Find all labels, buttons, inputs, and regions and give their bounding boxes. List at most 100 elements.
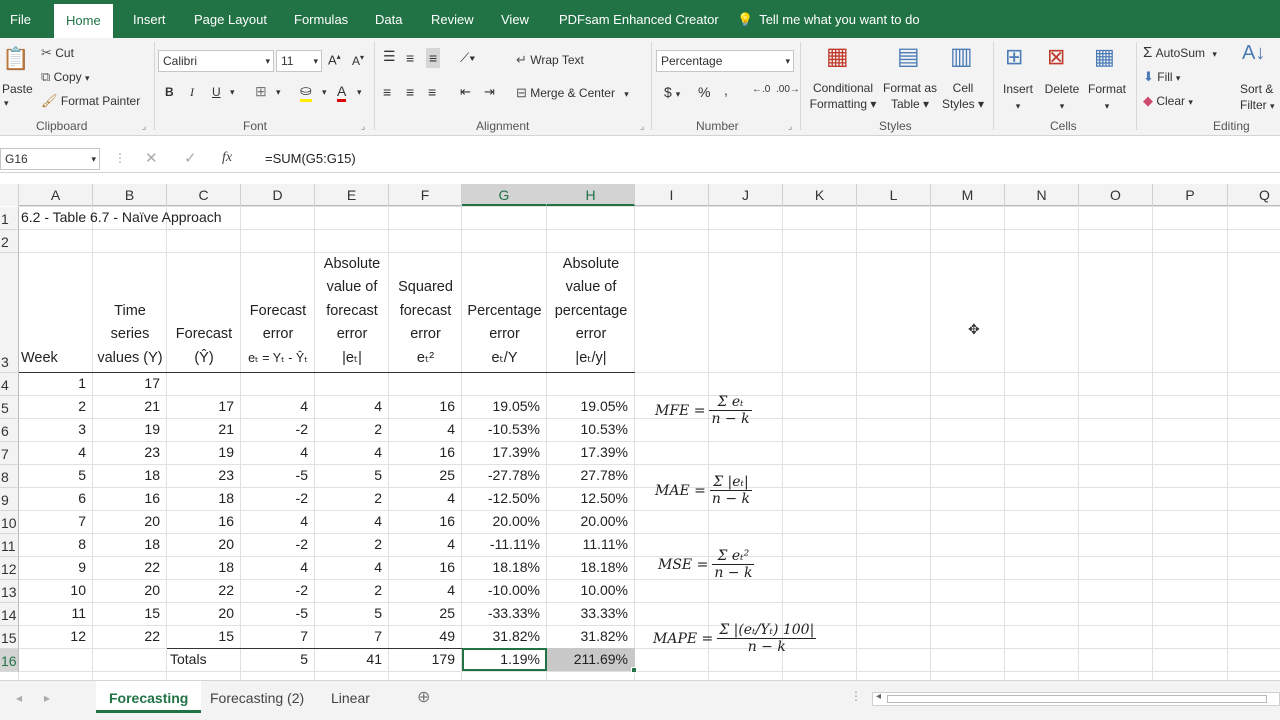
table-cell[interactable]: -11.11% xyxy=(462,533,547,556)
table-cell[interactable]: 18 xyxy=(167,487,241,510)
column-header-k[interactable]: K xyxy=(783,184,857,206)
table-cell[interactable]: -5 xyxy=(241,602,315,625)
table-cell[interactable]: 4 xyxy=(389,579,462,602)
table-cell[interactable]: 9 xyxy=(19,556,93,579)
insert-cells-button[interactable]: Insert ▾ xyxy=(1001,81,1035,114)
totals-f[interactable]: 179 xyxy=(389,648,462,671)
table-cell[interactable]: -5 xyxy=(241,464,315,487)
column-header-q[interactable]: Q xyxy=(1228,184,1280,206)
table-cell[interactable]: 4 xyxy=(241,556,315,579)
column-header-g[interactable]: G xyxy=(462,184,547,206)
row-header-16[interactable]: 16 xyxy=(0,649,19,672)
table-cell[interactable]: 4 xyxy=(241,395,315,418)
table-cell[interactable]: -10.00% xyxy=(462,579,547,602)
row-header-15[interactable]: 15 xyxy=(0,626,19,649)
row-header-9[interactable]: 9 xyxy=(0,488,19,511)
column-header-a[interactable]: A xyxy=(19,184,93,206)
splitter-icon[interactable]: ⋮ xyxy=(850,689,862,703)
fill-color-icon[interactable]: ⛀ xyxy=(300,82,312,102)
wrap-text-button[interactable]: ↵ Wrap Text xyxy=(516,52,584,68)
tab-formulas[interactable]: Formulas xyxy=(294,0,348,38)
fill-dropdown-icon[interactable]: ▾ xyxy=(322,87,327,98)
table-cell[interactable]: 16 xyxy=(389,395,462,418)
grow-font-button[interactable]: A▴ xyxy=(328,52,341,67)
row-header-5[interactable]: 5 xyxy=(0,396,19,419)
table-cell[interactable]: 4 xyxy=(389,533,462,556)
align-center-icon[interactable]: ≡ xyxy=(406,84,414,100)
name-box[interactable]: G16 ▾ xyxy=(0,148,100,170)
table-cell[interactable]: 10 xyxy=(19,579,93,602)
italic-button[interactable]: I xyxy=(190,85,194,100)
conditional-formatting-icon[interactable]: ▦ xyxy=(826,42,849,71)
font-color-dropdown-icon[interactable]: ▾ xyxy=(357,87,362,98)
table-cell[interactable]: 11 xyxy=(19,602,93,625)
totals-h[interactable]: 211.69% xyxy=(547,648,635,671)
percent-button[interactable]: % xyxy=(698,84,710,100)
delete-cells-icon[interactable]: ⊠ xyxy=(1047,44,1065,70)
table-cell[interactable]: 2 xyxy=(315,487,389,510)
table-cell[interactable]: 4 xyxy=(389,487,462,510)
table-cell[interactable]: 31.82% xyxy=(547,625,635,648)
enter-icon[interactable]: ✓ xyxy=(184,149,197,167)
cell-styles-icon[interactable]: ▥ xyxy=(950,42,973,71)
column-header-m[interactable]: M xyxy=(931,184,1005,206)
table-cell[interactable]: 16 xyxy=(93,487,167,510)
tab-file[interactable]: File xyxy=(10,0,31,38)
row-header-14[interactable]: 14 xyxy=(0,603,19,626)
table-cell[interactable]: 17 xyxy=(93,372,167,395)
table-cell[interactable]: -27.78% xyxy=(462,464,547,487)
column-header-h[interactable]: H xyxy=(547,184,635,206)
column-header-d[interactable]: D xyxy=(241,184,315,206)
table-cell[interactable]: 4 xyxy=(19,441,93,464)
table-cell[interactable]: 21 xyxy=(93,395,167,418)
row-header-13[interactable]: 13 xyxy=(0,580,19,603)
table-cell[interactable]: 4 xyxy=(315,441,389,464)
clear-button[interactable]: ◆ Clear ▾ xyxy=(1143,93,1193,109)
row-header-7[interactable]: 7 xyxy=(0,442,19,465)
table-cell[interactable]: 1 xyxy=(19,372,93,395)
column-header-p[interactable]: P xyxy=(1153,184,1228,206)
table-cell[interactable]: 20 xyxy=(93,579,167,602)
totals-d[interactable]: 5 xyxy=(241,648,315,671)
insert-function-button[interactable]: fx xyxy=(222,150,232,166)
paste-dropdown-icon[interactable]: ▾ xyxy=(4,98,9,109)
column-header-b[interactable]: B xyxy=(93,184,167,206)
tab-data[interactable]: Data xyxy=(375,0,402,38)
table-cell[interactable]: 11.11% xyxy=(547,533,635,556)
cancel-icon[interactable]: ✕ xyxy=(145,149,158,167)
table-cell[interactable] xyxy=(462,372,547,395)
table-cell[interactable] xyxy=(315,372,389,395)
number-format-select[interactable]: Percentage ▾ xyxy=(656,50,794,72)
font-color-icon[interactable]: A xyxy=(337,83,347,102)
table-cell[interactable]: 10.00% xyxy=(547,579,635,602)
align-top-icon[interactable]: ☰ xyxy=(383,48,396,65)
table-cell[interactable]: 18 xyxy=(167,556,241,579)
table-cell[interactable]: -2 xyxy=(241,418,315,441)
paste-button[interactable]: Paste xyxy=(2,82,33,96)
table-cell[interactable]: 25 xyxy=(389,602,462,625)
table-cell[interactable]: 15 xyxy=(167,625,241,648)
format-cells-button[interactable]: Format ▾ xyxy=(1086,81,1128,114)
table-cell[interactable]: 19 xyxy=(167,441,241,464)
align-right-icon[interactable]: ≡ xyxy=(428,84,436,100)
table-cell[interactable]: 18 xyxy=(93,533,167,556)
cell-styles-button[interactable]: Cell Styles ▾ xyxy=(940,80,986,112)
table-cell[interactable]: 4 xyxy=(315,556,389,579)
worksheet-grid[interactable]: ABCDEFGHIJKLMNOPQ 1 2 3 4 5 6 7 8 9 10 11 12 13 14 15 1… xyxy=(0,184,1280,680)
number-launcher-icon[interactable]: ⌟ xyxy=(788,121,792,132)
table-cell[interactable]: 16 xyxy=(167,510,241,533)
row-header-3[interactable]: 3 xyxy=(0,253,19,373)
table-cell[interactable] xyxy=(547,372,635,395)
table-cell[interactable]: 20.00% xyxy=(462,510,547,533)
table-cell[interactable]: 8 xyxy=(19,533,93,556)
next-sheet-icon[interactable]: ▸ xyxy=(44,691,50,705)
column-header-o[interactable]: O xyxy=(1079,184,1153,206)
table-cell[interactable]: 16 xyxy=(389,510,462,533)
font-size-select[interactable]: 11 ▾ xyxy=(276,50,322,72)
column-header-f[interactable]: F xyxy=(389,184,462,206)
table-cell[interactable]: 17.39% xyxy=(462,441,547,464)
table-cell[interactable]: 21 xyxy=(167,418,241,441)
orientation-icon[interactable]: ⟋▾ xyxy=(460,50,475,66)
active-cell-g16[interactable]: 1.19% xyxy=(462,648,547,671)
underline-button[interactable]: U xyxy=(212,85,221,99)
